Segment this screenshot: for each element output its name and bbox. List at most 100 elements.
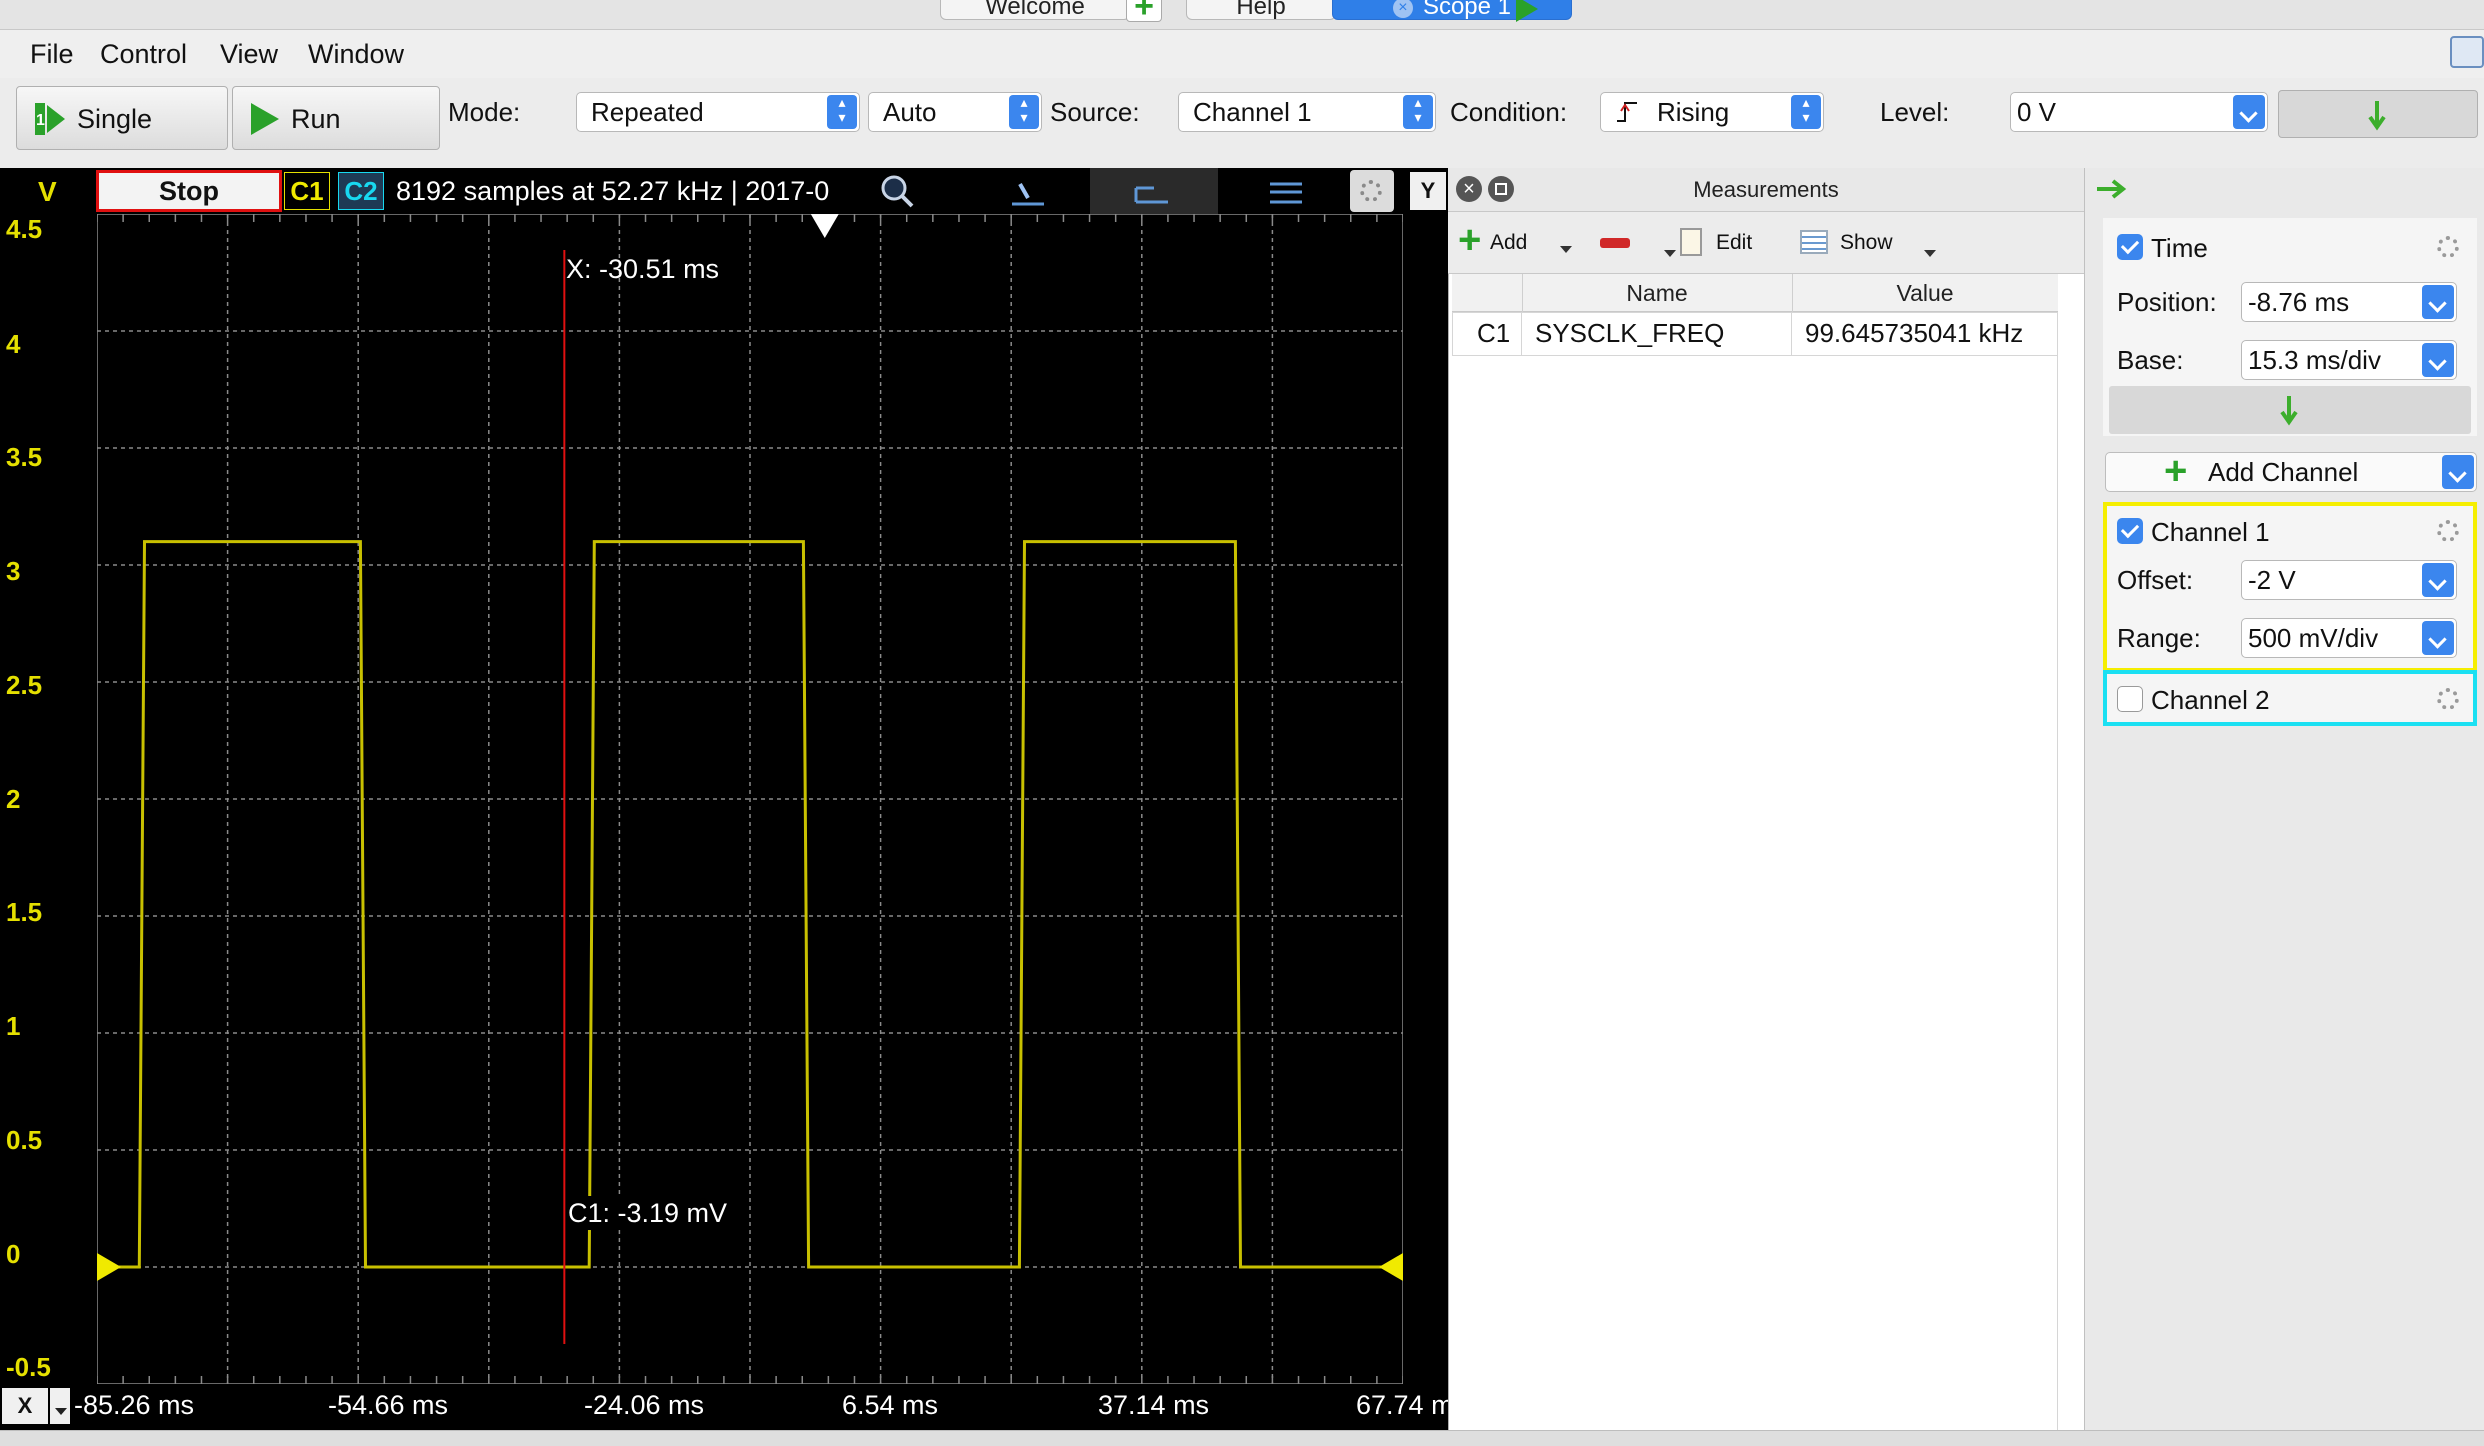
channel-1-group: Channel 1 Offset: -2 V Range: 500 mV/div [2103,502,2477,672]
measurement-channel: C1 [1477,318,1511,348]
c1-toggle[interactable]: C1 [284,172,330,210]
column-header-value[interactable]: Value [1792,274,2058,312]
y-axis-button[interactable]: Y [1410,172,1446,210]
apply-time-button[interactable] [2109,386,2471,434]
trigger-mode-select[interactable]: Auto ▴ ▾ [868,92,1042,132]
cell-divider [1791,313,1792,355]
offset-field[interactable]: -2 V [2241,560,2457,600]
channel-2-checkbox[interactable] [2117,686,2143,712]
mode-value: Repeated [591,97,704,127]
c1-toggle-label: C1 [290,176,324,206]
x-axis-button[interactable]: X [2,1388,48,1424]
run-play-icon [251,103,279,135]
condition-label: Condition: [1450,97,1568,127]
c2-toggle[interactable]: C2 [338,172,384,210]
offset-label: Offset: [2117,565,2194,595]
position-field[interactable]: -8.76 ms [2241,282,2457,322]
y-tick-label: 0 [6,1239,21,1269]
single-shot-icon: 1 [35,103,65,135]
x-axis-dropdown[interactable] [50,1388,70,1424]
source-select[interactable]: Channel 1 ▴ ▾ [1178,92,1436,132]
level-dropdown-icon [2233,95,2265,129]
range-dropdown-icon [2422,621,2454,655]
edit-measurement-button[interactable]: Edit [1680,224,1780,264]
x-axis-button-label: X [17,1393,33,1418]
edit-label: Edit [1716,231,1753,254]
range-value: 500 mV/div [2248,623,2379,653]
time-gear-icon[interactable] [2437,236,2459,258]
y-tick-label: 4.5 [6,214,43,244]
c2-toggle-label: C2 [344,176,378,206]
mode-select[interactable]: Repeated ▴ ▾ [576,92,860,132]
menu-bar: File Control View Window [0,30,2484,78]
add-dropdown-icon [1560,246,1572,253]
channel-2-gear-icon[interactable] [2437,688,2459,710]
window-restore-icon[interactable] [2450,36,2484,68]
measurements-table-header: Name Value [1452,274,2058,312]
channel-2-label: Channel 2 [2151,685,2270,715]
stop-button[interactable]: Stop [96,170,282,212]
cursor-mode-icon[interactable] [1006,172,1050,212]
measurement-value: 99.645735041 kHz [1805,318,2024,348]
vertical-cursor-icon[interactable] [1264,174,1308,210]
channel-1-label: Channel 1 [2151,517,2270,547]
show-label: Show [1840,231,1893,254]
column-header-name[interactable]: Name [1522,274,1792,312]
add-channel-button[interactable]: + Add Channel [2105,451,2477,492]
scope-plot[interactable] [97,214,1403,1384]
add-channel-dropdown-icon [2442,455,2474,489]
trigger-mode-stepper-icon: ▴ ▾ [1009,95,1039,129]
show-dropdown-icon [1924,250,1936,257]
apply-level-button[interactable] [2278,90,2478,138]
channel-1-checkbox[interactable] [2117,518,2143,544]
remove-measurement-button[interactable] [1596,224,1680,264]
base-value: 15.3 ms/div [2248,345,2381,375]
base-dropdown-icon [2422,343,2454,377]
base-field[interactable]: 15.3 ms/div [2241,340,2457,380]
horizontal-cursor-toggle[interactable] [1090,168,1218,214]
level-label: Level: [1880,97,1950,127]
arrow-down-icon [2368,101,2386,131]
condition-select[interactable]: Rising ▴ ▾ [1600,92,1824,132]
measurements-titlebar: × Measurements [1448,168,2084,212]
y-tick-label: 2 [6,784,21,814]
menu-window[interactable]: Window [308,36,404,72]
channel-1-gear-icon[interactable] [2437,520,2459,542]
zoom-icon[interactable] [878,172,918,212]
plus-icon: + [1458,218,1482,262]
measurements-list-area [1452,356,2058,1430]
x-axis: X [0,1384,1448,1428]
level-value: 0 V [2017,97,2057,127]
tab-help[interactable]: Help [1186,0,1336,20]
range-field[interactable]: 500 mV/div [2241,618,2457,658]
add-measurement-button[interactable]: + Add [1458,220,1572,264]
menu-file[interactable]: File [30,36,74,72]
cursor-y-readout: C1: -3.19 mV [566,1196,730,1230]
menu-control[interactable]: Control [100,36,187,72]
x-tick-label: -85.26 ms [74,1390,195,1420]
x-tick-label: -24.06 ms [584,1390,705,1420]
collapse-arrow-icon[interactable] [2095,178,2129,200]
close-tab-icon[interactable]: × [1392,0,1413,18]
time-group: Time Position: -8.76 ms Base: 15.3 ms/di… [2103,218,2477,436]
run-tab-play-icon[interactable] [1516,0,1538,22]
show-measurements-button[interactable]: Show [1800,224,1940,264]
edit-icon [1680,228,1702,256]
add-channel-label: Add Channel [2208,457,2359,487]
run-button[interactable]: Run [232,86,440,150]
scope-settings-button[interactable] [1350,170,1394,212]
menu-view[interactable]: View [220,36,278,72]
source-value: Channel 1 [1193,97,1312,127]
tab-welcome[interactable]: Welcome [940,0,1130,20]
single-button[interactable]: 1 Single [16,86,228,150]
new-tab-plus-icon[interactable]: + [1126,0,1162,23]
y-tick-label: -0.5 [6,1352,51,1382]
settings-panel: Time Position: -8.76 ms Base: 15.3 ms/di… [2084,168,2484,1430]
rising-edge-icon [1617,102,1637,122]
condition-stepper-icon: ▴ ▾ [1791,95,1821,129]
time-checkbox[interactable] [2117,234,2143,260]
y-tick-label: 0.5 [6,1125,43,1155]
level-field[interactable]: 0 V [2010,92,2268,132]
range-label: Range: [2117,623,2201,653]
table-row[interactable]: C1 SYSCLK_FREQ 99.645735041 kHz [1452,312,2058,356]
